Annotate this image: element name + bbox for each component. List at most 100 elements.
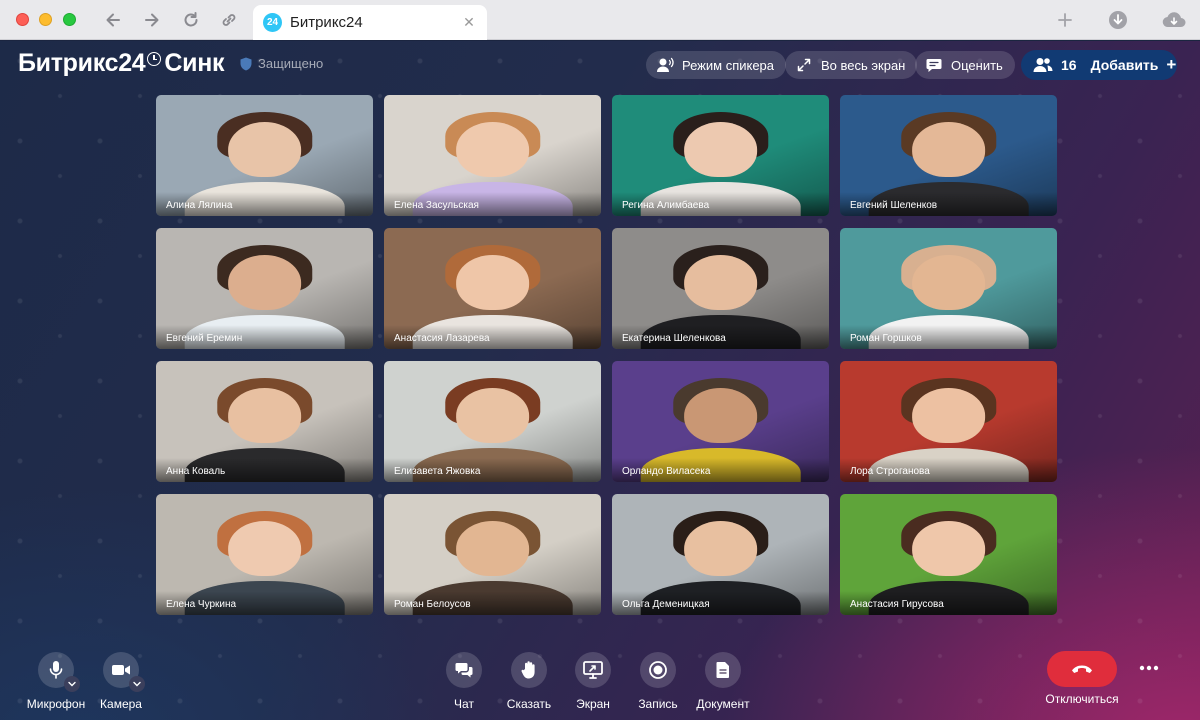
camera-button[interactable] [103,652,145,692]
participant-video-face [911,254,986,311]
window-minimize-button[interactable] [39,13,52,26]
participant-tile[interactable]: Евгений Еремин [156,228,373,349]
bitrix24-favicon-icon: 24 [263,13,282,32]
participant-tile[interactable]: Роман Белоусов [384,494,601,615]
participant-name: Елена Чуркина [156,591,373,615]
browser-chrome: 24 Битрикс24 ✕ [0,0,1200,40]
participant-name: Елена Засульская [384,192,601,216]
more-options-icon[interactable] [1132,656,1166,680]
participant-video-face [683,387,758,444]
screen-share-icon [583,661,603,679]
participant-name: Анна Коваль [156,458,373,482]
cloud-download-icon[interactable] [1160,8,1188,32]
hangup-label: Отключиться [1045,692,1119,706]
participant-name: Евгений Еремин [156,325,373,349]
participant-tile[interactable]: Елена Засульская [384,95,601,216]
video-grid: Алина Лялина Елена Засульская Регина Алимб… [156,95,1057,615]
plus-icon: + [1166,55,1177,74]
participant-tile[interactable]: Роман Горшков [840,228,1057,349]
chat-label: Чат [454,697,474,711]
screen-share-label: Экран [576,697,610,711]
participant-video-face [455,520,530,577]
participant-tile[interactable]: Елизавета Яжовка [384,361,601,482]
participant-name: Елизавета Яжовка [384,458,601,482]
participant-name: Регина Алимбаева [612,192,829,216]
participant-tile[interactable]: Анастасия Лазарева [384,228,601,349]
back-arrow-icon[interactable] [101,8,125,32]
participant-video-face [227,520,302,577]
participant-video-face [227,387,302,444]
participant-video-face [455,387,530,444]
download-icon[interactable] [1106,8,1130,32]
participants-add-button[interactable]: 16 Добавить + [1021,50,1177,80]
participant-tile[interactable]: Регина Алимбаева [612,95,829,216]
window-close-button[interactable] [16,13,29,26]
brand-name: Битрикс24 [18,49,146,77]
participants-icon [1033,58,1053,72]
browser-tab[interactable]: 24 Битрикс24 ✕ [253,5,487,40]
add-label: Добавить [1090,57,1159,73]
speaker-mode-button[interactable]: Режим спикера [646,51,787,79]
participant-name: Анастасия Гирусова [840,591,1057,615]
expand-icon [795,57,813,73]
hangup-button[interactable] [1047,651,1117,687]
forward-arrow-icon[interactable] [140,8,164,32]
participant-tile[interactable]: Алина Лялина [156,95,373,216]
participant-name: Лора Строганова [840,458,1057,482]
participant-video-face [911,387,986,444]
shield-icon [240,57,252,70]
tab-close-icon[interactable]: ✕ [461,14,477,30]
secure-indicator: Защищено [240,56,323,71]
participant-name: Алина Лялина [156,192,373,216]
participant-tile[interactable]: Анна Коваль [156,361,373,482]
participant-tile[interactable]: Екатерина Шеленкова [612,228,829,349]
participant-tile[interactable]: Орландо Виласека [612,361,829,482]
link-icon[interactable] [217,8,241,32]
screen-share-button[interactable] [575,652,611,688]
secure-label: Защищено [258,56,324,71]
brand-product: Синк [164,49,225,77]
raise-hand-label: Сказать [506,697,552,711]
camera-control[interactable]: Камера [81,652,161,711]
participant-tile[interactable]: Лора Строганова [840,361,1057,482]
chat-button[interactable] [446,652,482,688]
speaker-mode-label: Режим спикера [682,57,775,73]
microphone-options-chevron-down-icon[interactable] [64,676,80,692]
participant-name: Роман Белоусов [384,591,601,615]
participant-video-face [683,520,758,577]
microphone-label: Микрофон [26,697,86,711]
microphone-icon [49,661,63,679]
participants-count: 16 [1061,57,1077,73]
participant-name: Ольга Деменицкая [612,591,829,615]
document-button[interactable] [705,652,741,688]
participant-tile[interactable]: Елена Чуркина [156,494,373,615]
participant-tile[interactable]: Евгений Шеленков [840,95,1057,216]
participant-video-face [683,121,758,178]
call-area: Битрикс24 Синк Защищено Режим спикера Во… [0,41,1200,720]
participant-video-face [911,121,986,178]
brand-logo: Битрикс24 Синк [18,49,225,78]
fullscreen-button[interactable]: Во весь экран [785,51,918,79]
speaker-mode-icon [656,57,674,73]
participant-video-face [227,121,302,178]
new-tab-plus-icon[interactable] [1053,8,1077,32]
document-control[interactable]: Документ [683,652,763,711]
participant-tile[interactable]: Анастасия Гирусова [840,494,1057,615]
microphone-button[interactable] [38,652,80,692]
participant-name: Орландо Виласека [612,458,829,482]
window-zoom-button[interactable] [63,13,76,26]
raise-hand-button[interactable] [511,652,547,688]
document-icon [716,662,729,678]
camera-options-chevron-down-icon[interactable] [129,676,145,692]
participant-video-face [455,121,530,178]
rate-button[interactable]: Оценить [915,51,1015,79]
reload-icon[interactable] [179,8,203,32]
participant-video-face [911,520,986,577]
participant-name: Анастасия Лазарева [384,325,601,349]
clock-icon [147,51,162,66]
tab-title: Битрикс24 [290,14,363,31]
participant-tile[interactable]: Ольга Деменицкая [612,494,829,615]
participant-video-face [227,254,302,311]
rate-message-icon [925,57,943,73]
record-button[interactable] [640,652,676,688]
